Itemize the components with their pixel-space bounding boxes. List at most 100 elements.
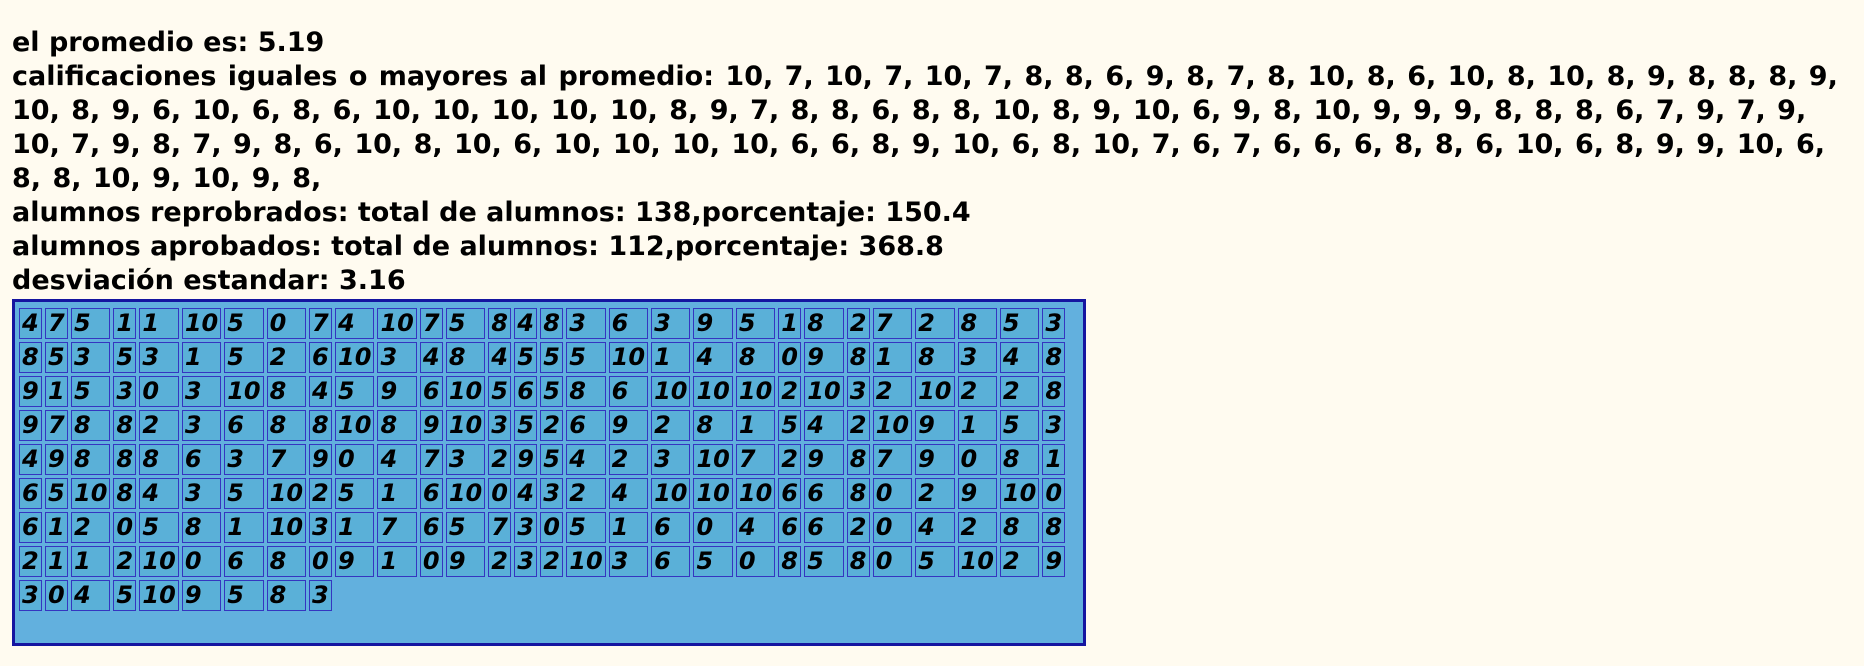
grade-cell: 1 xyxy=(45,512,68,543)
grade-cell: 6 xyxy=(224,410,264,441)
grade-cell: 4 xyxy=(804,410,844,441)
grade-cell: 2 xyxy=(488,444,512,475)
grade-cell: 5 xyxy=(71,376,111,407)
grade-cell: 2 xyxy=(566,478,606,509)
grade-cell: 8 xyxy=(999,512,1040,543)
empty-cell xyxy=(540,580,563,611)
grade-cell: 6 xyxy=(19,512,42,543)
grade-cell: 10 xyxy=(608,342,649,373)
grade-cell: 10 xyxy=(139,546,179,577)
table-row: 4 7 5 1 1 10 5 0 7 4 10 7 5 8 4 8 3 6 3 9 5 1 8 2 7 2 8 5 3 xyxy=(19,308,1066,339)
grade-cell: 1 xyxy=(608,512,649,543)
grade-cell: 7 xyxy=(309,308,333,339)
grade-cell: 9 xyxy=(335,546,375,577)
table-row: 8 5 3 5 3 1 5 2 6 10 3 4 8 4 5 5 5 10 1 4 8 0 9 8 1 8 3 4 8 xyxy=(19,342,1066,373)
grade-cell: 5 xyxy=(71,308,111,339)
grade-cell: 10 xyxy=(181,308,222,339)
grade-cell: 10 xyxy=(566,546,606,577)
grade-cell: 9 xyxy=(445,546,486,577)
grade-cell: 6 xyxy=(566,410,606,441)
grade-cell: 1 xyxy=(735,410,776,441)
grade-cell: 3 xyxy=(309,512,333,543)
grade-cell: 0 xyxy=(693,512,733,543)
grade-cell: 3 xyxy=(651,308,691,339)
grade-cell: 3 xyxy=(608,546,649,577)
empty-cell xyxy=(651,580,690,611)
grade-cell: 3 xyxy=(1042,308,1066,339)
empty-cell xyxy=(609,580,648,611)
table-row: 9 7 8 8 2 3 6 8 8 10 8 9 10 3 5 2 6 9 2 8 1 5 4 2 10 9 1 5 3 xyxy=(19,410,1066,441)
grade-cell: 3 xyxy=(71,342,111,373)
empty-cell xyxy=(446,580,485,611)
table-row: 3 0 4 5 10 9 5 8 3 xyxy=(19,580,1065,611)
grade-cell: 8 xyxy=(113,444,137,475)
grade-cell: 8 xyxy=(266,376,307,407)
passed-students-line: alumnos aprobados: total de alumnos: 112… xyxy=(12,231,944,262)
grade-cell: 8 xyxy=(266,546,307,577)
grades-table-body: 4 7 5 1 1 10 5 0 7 4 10 7 5 8 4 8 3 6 3 9 5 1 8 2 7 2 8 5 3 8 5 3 5 3 1 5 2 6… xyxy=(19,308,1066,611)
grade-cell: 6 xyxy=(224,546,264,577)
empty-cell xyxy=(804,580,843,611)
table-row: 9 1 5 3 0 3 10 8 4 5 9 6 10 5 6 5 8 6 10 10 10 2 10 3 2 10 2 2 8 xyxy=(19,376,1066,407)
grade-cell: 3 xyxy=(514,512,538,543)
grade-cell: 9 xyxy=(804,444,844,475)
grade-cell: 5 xyxy=(45,342,68,373)
grade-cell: 3 xyxy=(181,410,222,441)
grade-cell: 7 xyxy=(735,444,776,475)
grade-cell: 5 xyxy=(335,376,375,407)
grade-cell: 2 xyxy=(846,512,870,543)
grade-cell: 1 xyxy=(1042,444,1066,475)
grade-cell: 8 xyxy=(309,410,333,441)
grade-cell: 10 xyxy=(377,308,417,339)
grade-cell: 3 xyxy=(139,342,179,373)
grade-cell: 5 xyxy=(915,546,955,577)
grade-cell: 4 xyxy=(915,512,955,543)
grade-cell: 6 xyxy=(419,478,443,509)
grade-cell: 2 xyxy=(957,512,997,543)
grade-cell: 1 xyxy=(957,410,997,441)
grade-cell: 8 xyxy=(113,410,137,441)
grade-cell: 8 xyxy=(181,512,222,543)
empty-cell xyxy=(1042,580,1065,611)
grade-cell: 4 xyxy=(419,342,443,373)
grade-cell: 2 xyxy=(19,546,42,577)
grade-cell: 3 xyxy=(309,580,333,611)
grade-cell: 0 xyxy=(957,444,997,475)
grade-cell: 5 xyxy=(693,546,733,577)
table-row: 4 9 8 8 8 6 3 7 9 0 4 7 3 2 9 5 4 2 3 10 7 2 9 8 7 9 0 8 1 xyxy=(19,444,1066,475)
grade-cell: 8 xyxy=(804,308,844,339)
grade-cell: 6 xyxy=(514,376,538,407)
grade-cell: 1 xyxy=(181,342,222,373)
grade-cell: 2 xyxy=(309,478,333,509)
empty-cell xyxy=(778,580,801,611)
grade-cell: 8 xyxy=(266,410,307,441)
grade-cell: 0 xyxy=(735,546,776,577)
grade-cell: 3 xyxy=(377,342,417,373)
grade-cell: 6 xyxy=(651,546,691,577)
grade-cell: 3 xyxy=(19,580,42,611)
grade-cell: 4 xyxy=(19,308,42,339)
grade-cell: 9 xyxy=(514,444,538,475)
grade-cell: 6 xyxy=(804,512,844,543)
grade-cell: 8 xyxy=(1042,376,1066,407)
grade-cell: 9 xyxy=(45,444,68,475)
grade-cell: 0 xyxy=(872,512,913,543)
grade-cell: 9 xyxy=(181,580,222,611)
grade-cell: 10 xyxy=(266,512,307,543)
grade-cell: 5 xyxy=(445,308,486,339)
grade-cell: 2 xyxy=(540,546,564,577)
grade-cell: 5 xyxy=(566,342,606,373)
grade-cell: 2 xyxy=(651,410,691,441)
grade-cell: 0 xyxy=(540,512,564,543)
grade-cell: 1 xyxy=(45,376,68,407)
grade-cell: 3 xyxy=(566,308,606,339)
grade-cell: 4 xyxy=(488,342,512,373)
grade-cell: 4 xyxy=(514,308,538,339)
grade-cell: 8 xyxy=(139,444,179,475)
grade-cell: 0 xyxy=(181,546,222,577)
grade-cell: 5 xyxy=(999,308,1040,339)
grade-cell: 2 xyxy=(488,546,512,577)
grade-cell: 8 xyxy=(957,308,997,339)
grade-cell: 10 xyxy=(735,478,776,509)
grade-cell: 3 xyxy=(445,444,486,475)
